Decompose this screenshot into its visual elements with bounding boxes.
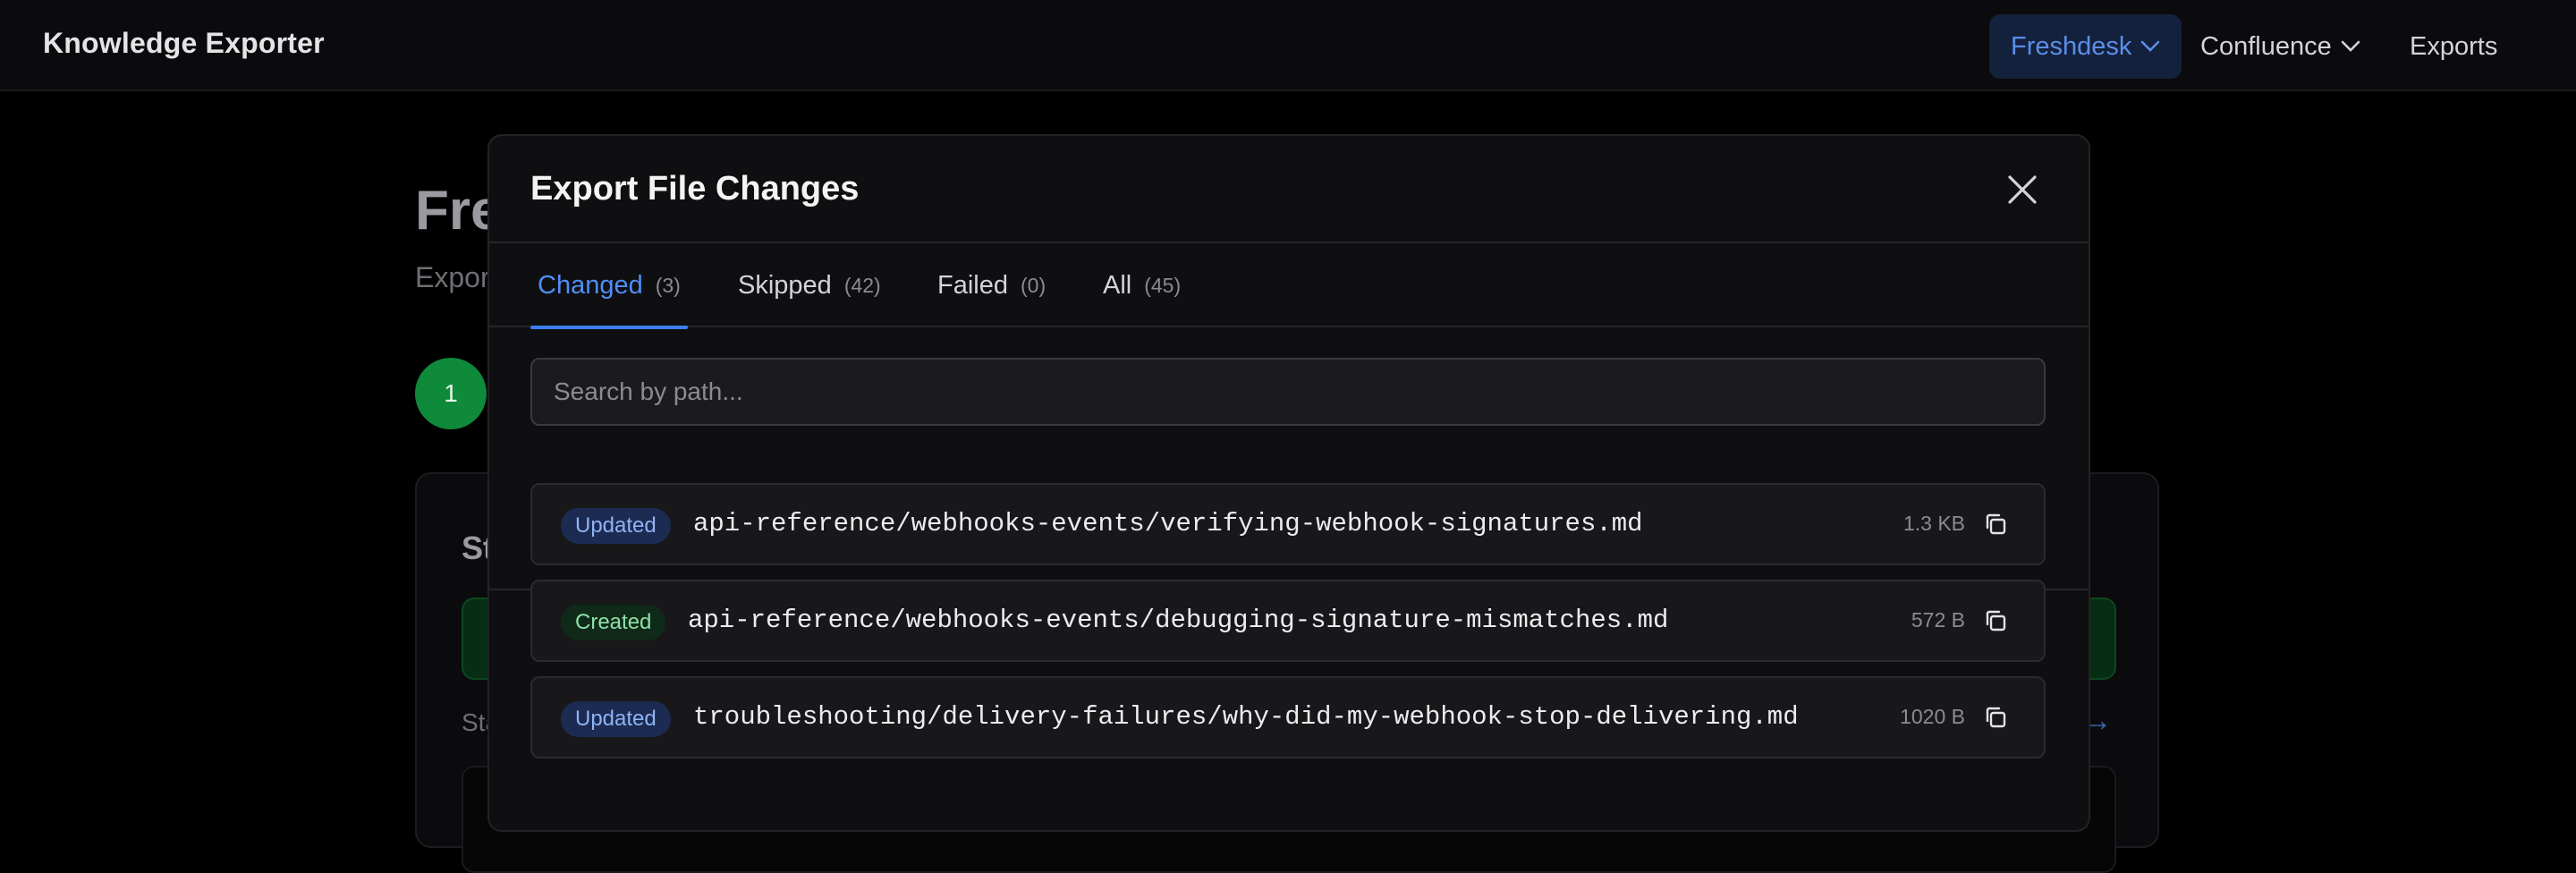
list-item[interactable]: Updated api-reference/webhooks-events/ve… bbox=[530, 483, 2046, 565]
page-subtitle: Expor bbox=[415, 261, 490, 293]
tab-failed-count: (0) bbox=[1021, 273, 1046, 297]
tab-changed-count: (3) bbox=[655, 273, 681, 297]
tab-failed-label: Failed bbox=[937, 270, 1008, 300]
nav-exports[interactable]: Exports bbox=[2388, 14, 2519, 79]
tab-all-count: (45) bbox=[1144, 273, 1182, 297]
copy-button[interactable] bbox=[1979, 701, 2012, 733]
file-path: api-reference/webhooks-events/verifying-… bbox=[693, 509, 1643, 538]
step-indicator: 1 bbox=[415, 358, 487, 429]
tab-failed[interactable]: Failed (0) bbox=[930, 243, 1053, 327]
copy-button[interactable] bbox=[1979, 605, 2012, 637]
modal-title: Export File Changes bbox=[530, 170, 860, 208]
tab-skipped[interactable]: Skipped (42) bbox=[731, 243, 888, 327]
tab-skipped-count: (42) bbox=[843, 273, 881, 297]
modal-header: Export File Changes bbox=[489, 136, 2089, 243]
export-file-changes-modal: Export File Changes Changed (3) Skipped … bbox=[487, 134, 2090, 832]
close-button[interactable] bbox=[2003, 170, 2042, 209]
file-size: 572 B bbox=[1911, 608, 1965, 631]
nav-exports-label: Exports bbox=[2410, 31, 2498, 61]
top-navigation-bar: Knowledge Exporter Freshdesk Confluence … bbox=[0, 0, 2576, 91]
copy-button[interactable] bbox=[1979, 508, 2012, 540]
tab-changed-label: Changed bbox=[538, 270, 643, 300]
nav-freshdesk-label: Freshdesk bbox=[2011, 31, 2132, 61]
file-size: 1020 B bbox=[1900, 705, 1965, 728]
status-badge: Updated bbox=[561, 701, 671, 737]
copy-icon bbox=[1986, 513, 2006, 535]
nav-confluence-label: Confluence bbox=[2200, 31, 2332, 61]
status-badge: Updated bbox=[561, 508, 671, 544]
file-path: api-reference/webhooks-events/debugging-… bbox=[688, 606, 1669, 635]
chevron-down-icon bbox=[2341, 40, 2360, 52]
file-size: 1.3 KB bbox=[1902, 512, 1965, 535]
copy-icon bbox=[1986, 610, 2006, 631]
tab-all[interactable]: All (45) bbox=[1096, 243, 1188, 327]
file-changes-list: Updated api-reference/webhooks-events/ve… bbox=[530, 483, 2046, 773]
list-item[interactable]: Created api-reference/webhooks-events/de… bbox=[530, 580, 2046, 662]
status-badge: Created bbox=[561, 605, 666, 640]
tab-all-label: All bbox=[1103, 270, 1132, 300]
search-input[interactable] bbox=[530, 358, 2046, 426]
file-path: troubleshooting/delivery-failures/why-di… bbox=[693, 702, 1799, 732]
chevron-down-icon bbox=[2141, 40, 2160, 52]
nav-confluence[interactable]: Confluence bbox=[2179, 14, 2382, 79]
list-item[interactable]: Updated troubleshooting/delivery-failure… bbox=[530, 676, 2046, 759]
app-title[interactable]: Knowledge Exporter bbox=[43, 27, 325, 60]
tab-changed[interactable]: Changed (3) bbox=[530, 243, 688, 329]
close-icon bbox=[2008, 175, 2037, 204]
tab-skipped-label: Skipped bbox=[738, 270, 832, 300]
nav-freshdesk[interactable]: Freshdesk bbox=[1989, 14, 2182, 79]
copy-icon bbox=[1986, 707, 2006, 728]
file-status-tabs: Changed (3) Skipped (42) Failed (0) All … bbox=[489, 243, 2089, 329]
